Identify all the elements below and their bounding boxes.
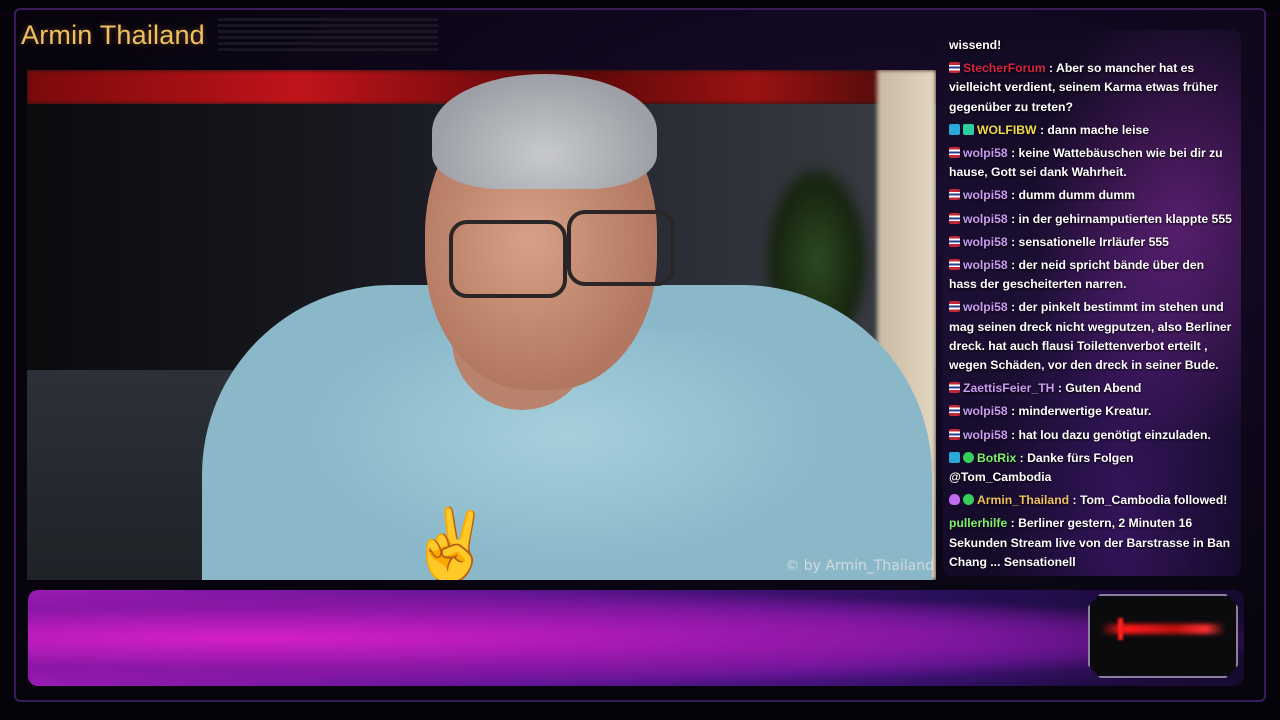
chat-username[interactable]: wolpi58 [963,146,1008,160]
chat-message: BotRix : Danke fürs Folgen @Tom_Cambodia [949,449,1235,487]
chat-username[interactable]: BotRix [977,451,1016,465]
chat-message: wolpi58 : der neid spricht bände über de… [949,256,1235,294]
flag-badge-icon [949,147,960,159]
chat-text: wissend! [949,38,1002,52]
chat-separator: : [1007,427,1019,442]
chat-message: WOLFIBW : dann mache leise [949,121,1235,140]
mod-badge-icon [949,123,960,135]
chat-message: wolpi58 : dumm dumm dumm [949,186,1235,205]
chat-text: minderwertige Kreatur. [1018,404,1152,419]
chat-username[interactable]: wolpi58 [963,188,1008,202]
vip-badge-icon [963,123,974,135]
chat-separator: : [1007,258,1019,273]
chat-panel[interactable]: wissend! StecherForum : Aber so mancher h… [943,30,1241,576]
chat-separator: : [1007,146,1019,161]
chat-message: wolpi58 : der pinkelt bestimmt im stehen… [949,298,1235,375]
flag-badge-icon [949,301,960,313]
chat-text: dann mache leise [1047,122,1150,137]
chat-message: wolpi58 : sensationelle Irrläufer 555 [949,233,1235,252]
header-decoration [218,18,438,54]
mic-badge-icon [949,494,960,506]
chat-separator: : [1007,300,1019,315]
chat-text: hat lou dazu genötigt einzuladen. [1018,427,1211,442]
chat-message: wolpi58 : minderwertige Kreatur. [949,402,1235,421]
flag-badge-icon [949,235,960,247]
chat-username[interactable]: StecherForum [963,61,1046,75]
chat-username[interactable]: wolpi58 [963,235,1008,249]
chat-text: Guten Abend [1065,381,1142,396]
chat-message: ZaettisFeier_TH : Guten Abend [949,379,1235,398]
chat-text: dumm dumm dumm [1018,188,1136,203]
chat-separator: : [1045,61,1057,76]
chat-username[interactable]: pullerhilfe [949,516,1007,530]
chat-separator: : [1016,450,1028,465]
chat-separator: : [1007,404,1019,419]
camera-light-point [1118,618,1123,640]
streamer-hair [432,74,657,189]
shirt-print-hand-icon: ✌ [407,506,495,580]
flag-badge-icon [949,62,960,74]
chat-message: wolpi58 : in der gehirnamputierten klapp… [949,210,1235,229]
flag-badge-icon [949,428,960,440]
chat-separator: : [1054,381,1066,396]
chat-username[interactable]: wolpi58 [963,404,1008,418]
glasses-left-lens [449,220,567,298]
chat-text: in der gehirnamputierten klappte 555 [1018,211,1232,226]
bottom-banner [28,590,1244,686]
chat-separator: : [1007,188,1019,203]
chat-separator: : [1036,122,1048,137]
flag-badge-icon [949,259,960,271]
chat-username[interactable]: wolpi58 [963,300,1008,314]
chat-text: sensationelle Irrläufer 555 [1018,234,1169,249]
flag-badge-icon [949,405,960,417]
chat-username[interactable]: wolpi58 [963,258,1008,272]
flag-badge-icon [949,189,960,201]
channel-title: Armin Thailand [21,20,205,50]
chat-message: StecherForum : Aber so mancher hat es vi… [949,59,1235,117]
secondary-camera-preview [1088,594,1238,678]
chat-message: Armin_Thailand : Tom_Cambodia followed! [949,491,1235,510]
chat-username[interactable]: wolpi58 [963,212,1008,226]
chat-separator: : [1007,234,1019,249]
flag-badge-icon [949,382,960,394]
chat-username[interactable]: WOLFIBW [977,123,1037,137]
chat-separator: : [1007,211,1019,226]
mod-badge-icon [949,451,960,463]
chat-message: wissend! [949,36,1235,55]
chat-username[interactable]: Armin_Thailand [977,493,1069,507]
chat-separator: : [1069,493,1080,508]
glasses-right-lens [567,210,675,286]
chat-username[interactable]: ZaettisFeier_TH [963,381,1054,395]
flag-badge-icon [949,212,960,224]
video-watermark: © by Armin_Thailand [785,558,934,574]
chat-username[interactable]: wolpi58 [963,428,1008,442]
chat-message: wolpi58 : hat lou dazu genötigt einzulad… [949,426,1235,445]
chat-message: wolpi58 : keine Wattebäuschen wie bei di… [949,144,1235,182]
ok-badge-icon [963,494,974,506]
chat-separator: : [1007,516,1019,531]
chat-message: pullerhilfe : Berliner gestern, 2 Minute… [949,514,1235,572]
chat-text: Tom_Cambodia followed! [1079,493,1228,508]
webcam-video[interactable]: ✌ © by Armin_Thailand [27,70,936,580]
ok-badge-icon [963,451,974,463]
